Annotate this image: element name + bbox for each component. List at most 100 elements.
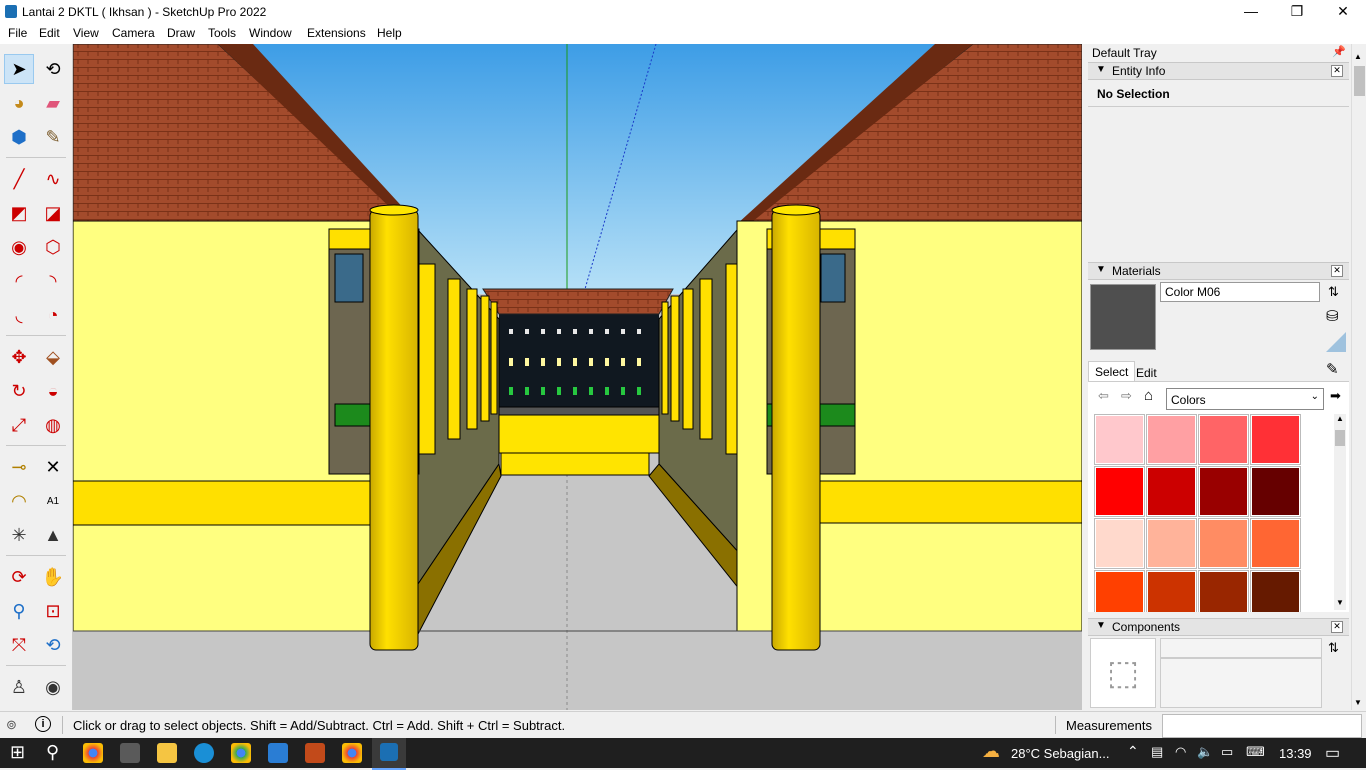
clock[interactable]: 13:39 bbox=[1279, 746, 1312, 761]
keyboard-icon[interactable]: ⌨ bbox=[1246, 744, 1265, 760]
orbit-tool-icon[interactable]: ⟲ bbox=[39, 55, 67, 83]
geo-location-icon[interactable]: ⊚ bbox=[6, 717, 17, 733]
zoom-extents-icon[interactable]: ⤧ bbox=[5, 631, 33, 659]
color-swatch[interactable] bbox=[1250, 414, 1301, 465]
weather-icon[interactable]: ☁ bbox=[982, 741, 1000, 762]
color-swatch[interactable] bbox=[1198, 466, 1249, 517]
previous-view-icon[interactable]: ⟲ bbox=[39, 631, 67, 659]
tray-chevron-up-icon[interactable]: ⌃ bbox=[1127, 743, 1139, 760]
restore-button[interactable]: ❐ bbox=[1274, 0, 1320, 24]
calculator-icon[interactable] bbox=[120, 743, 140, 763]
two-point-arc-icon[interactable]: ◝ bbox=[39, 267, 67, 295]
tag-tool-icon[interactable]: ✎ bbox=[39, 123, 67, 151]
weather-text[interactable]: 28°C Sebagian... bbox=[1011, 746, 1109, 761]
push-pull-icon[interactable]: ⬙ bbox=[39, 343, 67, 371]
sample-paint-icon[interactable]: ✎ bbox=[1326, 360, 1339, 378]
close-button[interactable]: ✕ bbox=[1320, 0, 1366, 24]
menu-tools[interactable]: Tools bbox=[208, 26, 236, 40]
menu-help[interactable]: Help bbox=[377, 26, 402, 40]
volume-icon[interactable]: 🔈 bbox=[1197, 744, 1213, 760]
3d-text-icon[interactable]: ▲ bbox=[39, 521, 67, 549]
component-name-field[interactable] bbox=[1160, 638, 1322, 658]
wifi-icon[interactable]: ◠ bbox=[1175, 744, 1186, 760]
scroll-down-icon[interactable]: ▼ bbox=[1354, 698, 1362, 707]
info-icon[interactable]: i bbox=[35, 716, 51, 732]
offset-tool-icon[interactable]: ◍ bbox=[39, 411, 67, 439]
menu-extensions[interactable]: Extensions bbox=[307, 26, 366, 40]
position-camera-icon[interactable]: ♙ bbox=[5, 673, 33, 701]
menu-view[interactable]: View bbox=[73, 26, 99, 40]
forward-arrow-icon[interactable]: ⇨ bbox=[1121, 388, 1132, 404]
zoom-window-icon[interactable]: ⊡ bbox=[39, 597, 67, 625]
rectangle-tool-icon[interactable]: ◩ bbox=[5, 199, 33, 227]
battery-icon[interactable]: ▤ bbox=[1151, 744, 1163, 760]
display-secondary-icon[interactable]: ⇅ bbox=[1328, 640, 1339, 656]
edge-icon[interactable] bbox=[194, 743, 214, 763]
paint-bucket-icon[interactable]: ◕ bbox=[5, 89, 33, 117]
components-header[interactable]: ▼ Components ✕ bbox=[1088, 618, 1349, 636]
color-swatch[interactable] bbox=[1146, 466, 1197, 517]
default-material-icon[interactable] bbox=[1326, 332, 1346, 352]
pin-icon[interactable]: 📌 bbox=[1332, 45, 1346, 58]
color-swatch[interactable] bbox=[1146, 570, 1197, 612]
dimension-tool-icon[interactable]: ✕ bbox=[39, 453, 67, 481]
menu-file[interactable]: File bbox=[8, 26, 27, 40]
search-icon[interactable]: ⚲ bbox=[46, 742, 59, 763]
sketchup-taskbar-button[interactable] bbox=[372, 738, 406, 770]
color-swatch[interactable] bbox=[1198, 414, 1249, 465]
color-swatch[interactable] bbox=[1094, 414, 1145, 465]
color-swatch[interactable] bbox=[1198, 518, 1249, 569]
rotated-rectangle-icon[interactable]: ◪ bbox=[39, 199, 67, 227]
home-icon[interactable]: ⌂ bbox=[1144, 387, 1153, 404]
menu-window[interactable]: Window bbox=[249, 26, 292, 40]
notifications-icon[interactable]: ▭ bbox=[1325, 743, 1340, 763]
scroll-up-icon[interactable]: ▲ bbox=[1354, 52, 1362, 61]
axes-tool-icon[interactable]: ✳ bbox=[5, 521, 33, 549]
display-secondary-icon[interactable]: ⇅ bbox=[1328, 284, 1339, 300]
menu-draw[interactable]: Draw bbox=[167, 26, 195, 40]
close-panel-icon[interactable]: ✕ bbox=[1331, 621, 1343, 633]
protractor-icon[interactable]: ◠ bbox=[5, 487, 33, 515]
polygon-tool-icon[interactable]: ⬡ bbox=[39, 233, 67, 261]
scale-tool-icon[interactable]: ⤢ bbox=[5, 411, 33, 439]
color-swatch[interactable] bbox=[1094, 518, 1145, 569]
follow-me-icon[interactable]: ◒ bbox=[39, 377, 67, 405]
minimize-button[interactable]: — bbox=[1228, 0, 1274, 24]
make-component-icon[interactable]: ⬢ bbox=[5, 123, 33, 151]
select-tool-icon[interactable]: ➤ bbox=[4, 54, 34, 84]
network-icon[interactable]: ▭ bbox=[1221, 744, 1233, 760]
entity-info-header[interactable]: ▼ Entity Info ✕ bbox=[1088, 62, 1349, 80]
scroll-thumb[interactable] bbox=[1335, 430, 1345, 446]
circle-tool-icon[interactable]: ◉ bbox=[5, 233, 33, 261]
text-tool-icon[interactable]: A1 bbox=[39, 487, 67, 515]
chrome-profile-icon[interactable] bbox=[231, 743, 251, 763]
library-select[interactable]: Colors ⌄ bbox=[1166, 388, 1324, 410]
color-swatch[interactable] bbox=[1250, 518, 1301, 569]
material-name-field[interactable]: Color M06 bbox=[1160, 282, 1320, 302]
three-point-arc-icon[interactable]: ◟ bbox=[5, 301, 33, 329]
tab-select[interactable]: Select bbox=[1088, 361, 1135, 382]
create-material-icon[interactable]: ⛁ bbox=[1326, 307, 1339, 325]
color-swatch[interactable] bbox=[1094, 570, 1145, 612]
component-description-field[interactable] bbox=[1160, 658, 1322, 708]
materials-header[interactable]: ▼ Materials ✕ bbox=[1088, 262, 1349, 280]
details-arrow-icon[interactable]: ➡ bbox=[1330, 388, 1341, 404]
color-swatch[interactable] bbox=[1250, 570, 1301, 612]
line-tool-icon[interactable]: ╱ bbox=[5, 165, 33, 193]
back-arrow-icon[interactable]: ⇦ bbox=[1098, 388, 1109, 404]
scroll-up-icon[interactable]: ▲ bbox=[1334, 414, 1346, 423]
color-swatch[interactable] bbox=[1094, 466, 1145, 517]
tab-edit[interactable]: Edit bbox=[1134, 363, 1174, 381]
pan-hand-icon[interactable]: ✋ bbox=[39, 563, 67, 591]
color-swatch[interactable] bbox=[1146, 518, 1197, 569]
scroll-thumb[interactable] bbox=[1354, 66, 1365, 96]
chrome-window-icon[interactable] bbox=[342, 743, 362, 763]
measurements-input[interactable] bbox=[1162, 714, 1362, 738]
color-swatch[interactable] bbox=[1198, 570, 1249, 612]
scroll-down-icon[interactable]: ▼ bbox=[1334, 598, 1346, 607]
freehand-tool-icon[interactable]: ∿ bbox=[39, 165, 67, 193]
color-swatch[interactable] bbox=[1146, 414, 1197, 465]
pie-tool-icon[interactable]: ◔ bbox=[39, 301, 67, 329]
model-viewport[interactable] bbox=[73, 44, 1082, 710]
tray-scrollbar[interactable]: ▲ ▼ bbox=[1351, 44, 1366, 710]
